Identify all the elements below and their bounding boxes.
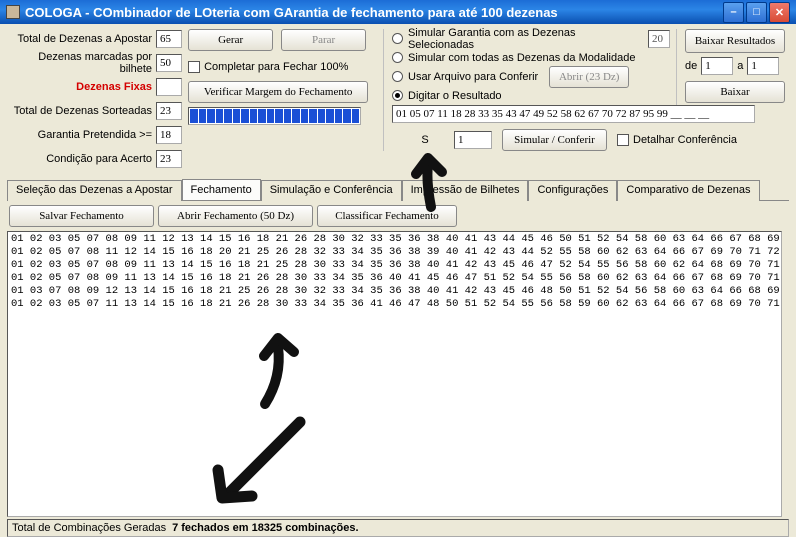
simular-button[interactable]: Simular / Conferir xyxy=(502,129,607,151)
simcom-label: Som xyxy=(392,134,444,146)
radio1-value xyxy=(648,30,670,48)
tab-comparativo[interactable]: Comparativo de Dezenas xyxy=(617,180,759,201)
tab-fechamento[interactable]: Fechamento xyxy=(182,179,261,200)
a-input[interactable] xyxy=(747,57,779,75)
maximize-button[interactable]: □ xyxy=(746,2,767,23)
tab-selecao[interactable]: Seleção das Dezenas a Apostar xyxy=(7,180,182,201)
condicao-label: Condição para Acerto xyxy=(7,153,152,165)
radio-digitar[interactable]: Digitar o Resultado xyxy=(392,86,670,105)
gerar-button[interactable]: Gerar xyxy=(188,29,273,51)
dezenas-fixas-label: Dezenas Fixas xyxy=(7,81,152,93)
a-label: a xyxy=(737,60,743,72)
garantia-input[interactable] xyxy=(156,126,182,144)
radio-sim-todas[interactable]: Simular com todas as Dezenas da Modalida… xyxy=(392,48,670,67)
titlebar: COLOGA - COmbinador de LOteria com GAran… xyxy=(0,0,796,24)
total-dezenas-label: Total de Dezenas a Apostar xyxy=(7,33,152,45)
dezenas-fixas-input[interactable] xyxy=(156,78,182,96)
status-value: 7 fechados em 18325 combinações. xyxy=(172,522,358,534)
close-button[interactable]: ✕ xyxy=(769,2,790,23)
window-title: COLOGA - COmbinador de LOteria com GAran… xyxy=(25,5,723,20)
radio-icon xyxy=(392,90,403,101)
tab-impressao[interactable]: Impressão de Bilhetes xyxy=(402,180,529,201)
parar-button[interactable]: Parar xyxy=(281,29,366,51)
baixar-resultados-button[interactable]: Baixar Resultados xyxy=(685,29,785,53)
status-label: Total de Combinações Geradas xyxy=(12,522,166,534)
radio2-label: Simular com todas as Dezenas da Modalida… xyxy=(408,52,635,64)
checkbox-icon xyxy=(188,61,200,73)
tab-config[interactable]: Configurações xyxy=(528,180,617,201)
dezenas-marcadas-input[interactable] xyxy=(156,54,182,72)
radio-icon xyxy=(392,52,403,63)
tab-simulacao[interactable]: Simulação e Conferência xyxy=(261,180,402,201)
radio-sim-selecionadas[interactable]: Simular Garantia com as Dezenas Selecion… xyxy=(392,29,670,48)
simcom-input[interactable] xyxy=(454,131,492,149)
progress-bar xyxy=(188,107,361,125)
completar-checkbox[interactable]: Completar para Fechar 100% xyxy=(188,57,377,77)
de-label: de xyxy=(685,60,697,72)
radio-arquivo[interactable]: Usar Arquivo para Conferir Abrir (23 Dz) xyxy=(392,67,670,86)
total-sorteadas-label: Total de Dezenas Sorteadas xyxy=(7,105,152,117)
classificar-fechamento-button[interactable]: Classificar Fechamento xyxy=(317,205,457,227)
completar-label: Completar para Fechar 100% xyxy=(204,61,348,73)
baixar-button[interactable]: Baixar xyxy=(685,81,785,103)
radio4-label: Digitar o Resultado xyxy=(408,90,502,102)
detalhar-label: Detalhar Conferência xyxy=(633,134,737,146)
minimize-button[interactable]: – xyxy=(723,2,744,23)
detalhar-checkbox[interactable]: Detalhar Conferência xyxy=(617,130,737,150)
resultado-input[interactable] xyxy=(392,105,755,123)
garantia-label: Garantia Pretendida >= xyxy=(7,129,152,141)
radio-icon xyxy=(392,33,403,44)
de-input[interactable] xyxy=(701,57,733,75)
tabbar: Seleção das Dezenas a Apostar Fechamento… xyxy=(7,179,789,201)
total-dezenas-input[interactable] xyxy=(156,30,182,48)
dezenas-marcadas-label: Dezenas marcadas por bilhete xyxy=(7,51,152,75)
status-bar: Total de Combinações Geradas 7 fechados … xyxy=(7,519,789,537)
radio1-label: Simular Garantia com as Dezenas Selecion… xyxy=(408,27,643,51)
condicao-input[interactable] xyxy=(156,150,182,168)
radio3-label: Usar Arquivo para Conferir xyxy=(408,71,538,83)
abrir-fechamento-button[interactable]: Abrir Fechamento (50 Dz) xyxy=(158,205,313,227)
total-sorteadas-input[interactable] xyxy=(156,102,182,120)
abrir-arquivo-button[interactable]: Abrir (23 Dz) xyxy=(549,66,629,88)
salvar-fechamento-button[interactable]: Salvar Fechamento xyxy=(9,205,154,227)
verificar-button[interactable]: Verificar Margem do Fechamento xyxy=(188,81,368,103)
radio-icon xyxy=(392,71,403,82)
checkbox-icon xyxy=(617,134,629,146)
combinations-list[interactable]: 01 02 03 05 07 08 09 11 12 13 14 15 16 1… xyxy=(7,231,782,517)
app-icon xyxy=(6,5,20,19)
